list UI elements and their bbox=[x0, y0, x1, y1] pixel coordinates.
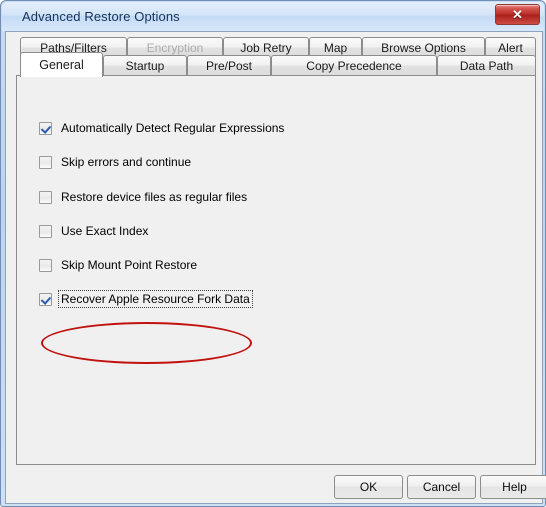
window-title: Advanced Restore Options bbox=[22, 9, 180, 24]
close-button[interactable]: ✕ bbox=[495, 4, 540, 25]
checkbox-checked-icon[interactable] bbox=[39, 292, 52, 306]
tab-label: Startup bbox=[125, 59, 165, 73]
checkbox-row[interactable]: Skip Mount Point Restore bbox=[39, 257, 199, 273]
tab-label: Alert bbox=[498, 41, 523, 55]
tab-pre-post[interactable]: Pre/Post bbox=[187, 55, 271, 76]
annotation-ellipse bbox=[41, 322, 252, 364]
checkbox-unchecked-icon[interactable] bbox=[39, 190, 52, 204]
checkbox-row[interactable]: Skip errors and continue bbox=[39, 154, 193, 170]
checkbox-unchecked-icon[interactable] bbox=[39, 155, 52, 169]
tab-label: Map bbox=[323, 41, 348, 55]
checkbox-label[interactable]: Use Exact Index bbox=[59, 223, 150, 239]
checkbox-row[interactable]: Restore device files as regular files bbox=[39, 189, 249, 205]
tab-panel-general: Automatically Detect Regular Expressions… bbox=[16, 75, 536, 465]
checkbox-unchecked-icon[interactable] bbox=[39, 224, 52, 238]
tab-label: Browse Options bbox=[381, 41, 466, 55]
close-icon: ✕ bbox=[512, 7, 523, 22]
button-label: OK bbox=[359, 480, 378, 494]
dialog-window: Advanced Restore Options ✕ Paths/Filters… bbox=[0, 0, 546, 507]
title-bar: Advanced Restore Options ✕ bbox=[2, 2, 544, 31]
help-button[interactable]: Help bbox=[480, 475, 546, 499]
cancel-button[interactable]: Cancel bbox=[407, 475, 476, 499]
checkbox-label[interactable]: Skip Mount Point Restore bbox=[59, 257, 199, 273]
tab-label: Job Retry bbox=[240, 41, 292, 55]
tab-copy-precedence[interactable]: Copy Precedence bbox=[271, 55, 437, 76]
button-label: Help bbox=[502, 480, 527, 494]
tab-label: Copy Precedence bbox=[306, 59, 402, 73]
checkbox-row[interactable]: Automatically Detect Regular Expressions bbox=[39, 120, 286, 136]
tab-data-path[interactable]: Data Path bbox=[437, 55, 536, 76]
button-label: Cancel bbox=[422, 480, 461, 494]
dialog-button-bar: OK Cancel Help bbox=[16, 475, 546, 501]
tab-label: Pre/Post bbox=[205, 59, 253, 73]
checkbox-label[interactable]: Recover Apple Resource Fork Data bbox=[58, 290, 253, 308]
checkbox-row[interactable]: Recover Apple Resource Fork Data bbox=[39, 290, 253, 308]
checkbox-label[interactable]: Restore device files as regular files bbox=[59, 189, 249, 205]
checkbox-label[interactable]: Skip errors and continue bbox=[59, 154, 193, 170]
checkbox-unchecked-icon[interactable] bbox=[39, 258, 52, 272]
tab-startup[interactable]: Startup bbox=[103, 55, 187, 76]
checkbox-row[interactable]: Use Exact Index bbox=[39, 223, 150, 239]
dialog-body: Paths/Filters Encryption Job Retry Map Brows… bbox=[5, 31, 546, 504]
checkbox-checked-icon[interactable] bbox=[39, 121, 52, 135]
tab-general[interactable]: General bbox=[20, 52, 103, 77]
ok-button[interactable]: OK bbox=[334, 475, 403, 499]
checkbox-label[interactable]: Automatically Detect Regular Expressions bbox=[59, 120, 286, 136]
tab-label: Data Path bbox=[459, 59, 514, 73]
tab-control: Paths/Filters Encryption Job Retry Map Brows… bbox=[16, 37, 546, 499]
tab-label: General bbox=[39, 58, 84, 72]
tab-label: Encryption bbox=[146, 41, 204, 55]
